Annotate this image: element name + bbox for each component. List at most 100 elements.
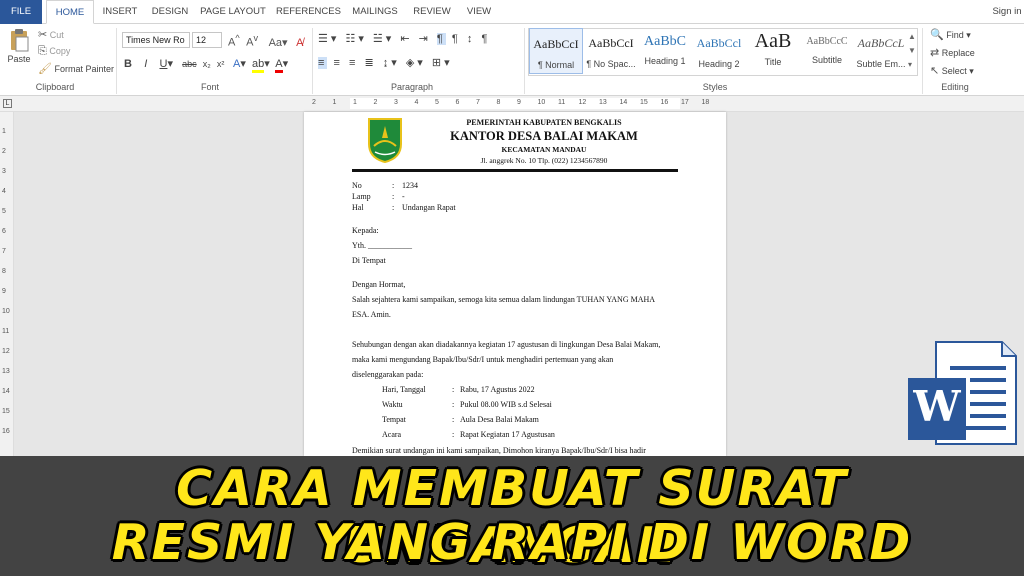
shading-icon[interactable]: ◈▾ — [406, 57, 426, 69]
meta-sep: : — [392, 203, 395, 212]
search-icon: 🔍 — [930, 29, 944, 41]
style-no-spacing[interactable]: AaBbCcI ¶ No Spac... — [584, 28, 638, 74]
font-size-buttons[interactable]: A^ Av Aa▾ A̸ — [228, 33, 303, 49]
meta-value-lamp: - — [402, 192, 405, 201]
detail-value: Pukul 08.00 WIB s.d Selesai — [460, 400, 552, 409]
scroll-down-icon[interactable]: ▼ — [908, 44, 916, 58]
detail-sep: : — [452, 385, 455, 394]
select-button[interactable]: ↖ Select ▾ — [930, 64, 974, 77]
meta-key-hal: Hal — [352, 203, 364, 212]
style-normal[interactable]: AaBbCcI ¶ Normal — [529, 28, 583, 74]
multilevel-list-icon[interactable]: ☱▾ — [373, 33, 394, 45]
italic-icon[interactable]: I — [144, 58, 147, 70]
ruler-tick-label: 15 — [640, 99, 648, 106]
superscript-icon[interactable]: x² — [217, 59, 225, 69]
paragraph-1-line-1: Salah sejahtera kami sampaikan, semoga k… — [352, 295, 656, 304]
tab-mailings[interactable]: MAILINGS — [350, 0, 400, 24]
vruler-tick-label: 5 — [2, 208, 6, 215]
replace-label: Replace — [941, 48, 975, 58]
subscript-icon[interactable]: x₂ — [203, 59, 211, 69]
style-sample: AaB — [754, 30, 792, 52]
paste-button[interactable]: Paste — [6, 28, 32, 74]
tab-view[interactable]: VIEW — [462, 0, 496, 24]
ltr-icon[interactable]: ¶ — [436, 33, 446, 45]
vertical-ruler[interactable]: 1 2 3 4 5 6 7 8 9 10 11 12 13 14 15 16 — [0, 112, 14, 456]
align-left-icon[interactable]: ≡ — [318, 57, 328, 69]
word-logo: W — [906, 340, 1018, 446]
styles-group-label: Styles — [702, 82, 728, 92]
ruler-tick-label: 2 — [312, 99, 316, 106]
highlight-icon[interactable]: ab — [251, 58, 265, 73]
style-sample: AaBbCcl — [696, 36, 742, 50]
clear-formatting-icon[interactable]: A̸ — [296, 37, 303, 49]
borders-icon[interactable]: ⊞▾ — [432, 57, 453, 69]
ruler-tick-label: 2 — [373, 99, 378, 106]
ruler-tick-label: 1 — [353, 99, 357, 106]
strikethrough-icon[interactable]: abc — [182, 59, 197, 69]
grow-font-icon[interactable]: A^ — [228, 33, 240, 49]
scroll-up-icon[interactable]: ▲ — [908, 30, 916, 44]
ruler-tick-label: 9 — [517, 99, 521, 106]
ruler-tick-label: 6 — [455, 99, 460, 106]
text-effects-icon[interactable]: A — [233, 58, 240, 70]
sort-icon[interactable]: ↕ — [467, 33, 476, 45]
style-title[interactable]: AaB Title — [746, 28, 800, 74]
copy-icon: ⎘ — [38, 45, 47, 57]
style-subtitle[interactable]: AaBbCcC Subtitle — [800, 28, 854, 74]
tab-page-layout[interactable]: PAGE LAYOUT — [200, 0, 266, 24]
format-painter-label: Format Painter — [54, 64, 115, 74]
underline-icon[interactable]: U — [159, 58, 167, 70]
justify-icon[interactable]: ≣ — [364, 57, 376, 69]
style-subtle-emphasis[interactable]: AaBbCcL Subtle Em... — [854, 28, 908, 74]
cut-label: Cut — [49, 30, 64, 40]
font-size-combo[interactable]: 12 — [192, 32, 222, 48]
sign-in-link[interactable]: Sign in — [990, 0, 1024, 24]
copy-button[interactable]: ⎘ Copy — [38, 45, 70, 58]
bullets-icon[interactable]: ☰▾ — [318, 33, 339, 45]
bold-icon[interactable]: B — [124, 58, 132, 70]
line-spacing-icon[interactable]: ↨▾ — [383, 57, 400, 69]
align-right-icon[interactable]: ≡ — [349, 57, 358, 69]
style-heading-1[interactable]: AaBbC Heading 1 — [638, 28, 692, 74]
paste-label: Paste — [7, 54, 31, 64]
find-label: Find — [946, 30, 964, 40]
increase-indent-icon[interactable]: ⇥ — [419, 33, 431, 45]
styles-scroll[interactable]: ▲ ▼ ▾ — [908, 30, 916, 72]
style-heading-2[interactable]: AaBbCcl Heading 2 — [692, 28, 746, 74]
decrease-indent-icon[interactable]: ⇤ — [400, 33, 412, 45]
tab-insert[interactable]: INSERT — [100, 0, 140, 24]
vruler-tick-label: 16 — [2, 428, 10, 435]
tab-file[interactable]: FILE — [0, 0, 42, 24]
tab-home[interactable]: HOME — [46, 0, 94, 24]
change-case-icon[interactable]: Aa▾ — [269, 36, 288, 49]
vruler-tick-label: 7 — [2, 248, 6, 255]
vruler-tick-label: 15 — [2, 408, 10, 415]
rtl-icon[interactable]: ¶ — [452, 33, 461, 45]
tab-design[interactable]: DESIGN — [148, 0, 192, 24]
format-painter-button[interactable]: 🖌 Format Painter — [38, 62, 114, 75]
replace-button[interactable]: ⇄ Replace — [930, 46, 975, 59]
style-sample: AaBbCcL — [857, 36, 905, 50]
more-styles-icon[interactable]: ▾ — [908, 58, 916, 72]
recipient-tempat: Di Tempat — [352, 256, 386, 265]
tab-selector-icon[interactable]: L — [3, 99, 12, 108]
numbering-icon[interactable]: ☷▾ — [345, 33, 366, 45]
letterhead-line-1: PEMERINTAH KABUPATEN BENGKALIS — [466, 118, 622, 127]
find-button[interactable]: 🔍 Find ▾ — [930, 28, 971, 41]
paste-icon — [11, 29, 29, 52]
horizontal-ruler[interactable]: L 2 1 1 2 3 4 5 6 7 8 9 10 11 12 13 14 15 16 17 18 — [0, 96, 1024, 112]
paragraph-2-line-2: maka kami mengundang Bapak/Ibu/Sdr/I unt… — [352, 355, 614, 364]
font-name-combo[interactable]: Times New Ro — [122, 32, 190, 48]
font-color-icon[interactable]: A — [275, 58, 283, 73]
tab-references[interactable]: REFERENCES — [276, 0, 341, 24]
tab-review[interactable]: REVIEW — [410, 0, 454, 24]
show-formatting-icon[interactable]: ¶ — [481, 33, 490, 45]
align-center-icon[interactable]: ≡ — [333, 57, 342, 69]
cut-button[interactable]: ✂ Cut — [38, 28, 64, 41]
vruler-tick-label: 4 — [2, 188, 6, 195]
shrink-font-icon[interactable]: Av — [246, 33, 258, 49]
paragraph-2-line-1: Sehubungan dengan akan diadakannya kegia… — [352, 340, 661, 349]
ribbon: Paste ✂ Cut ⎘ Copy 🖌 Format Painter Clip… — [0, 24, 1024, 96]
replace-icon: ⇄ — [930, 47, 940, 59]
document-page[interactable]: PEMERINTAH KABUPATEN BENGKALIS KANTOR DE… — [304, 112, 726, 456]
